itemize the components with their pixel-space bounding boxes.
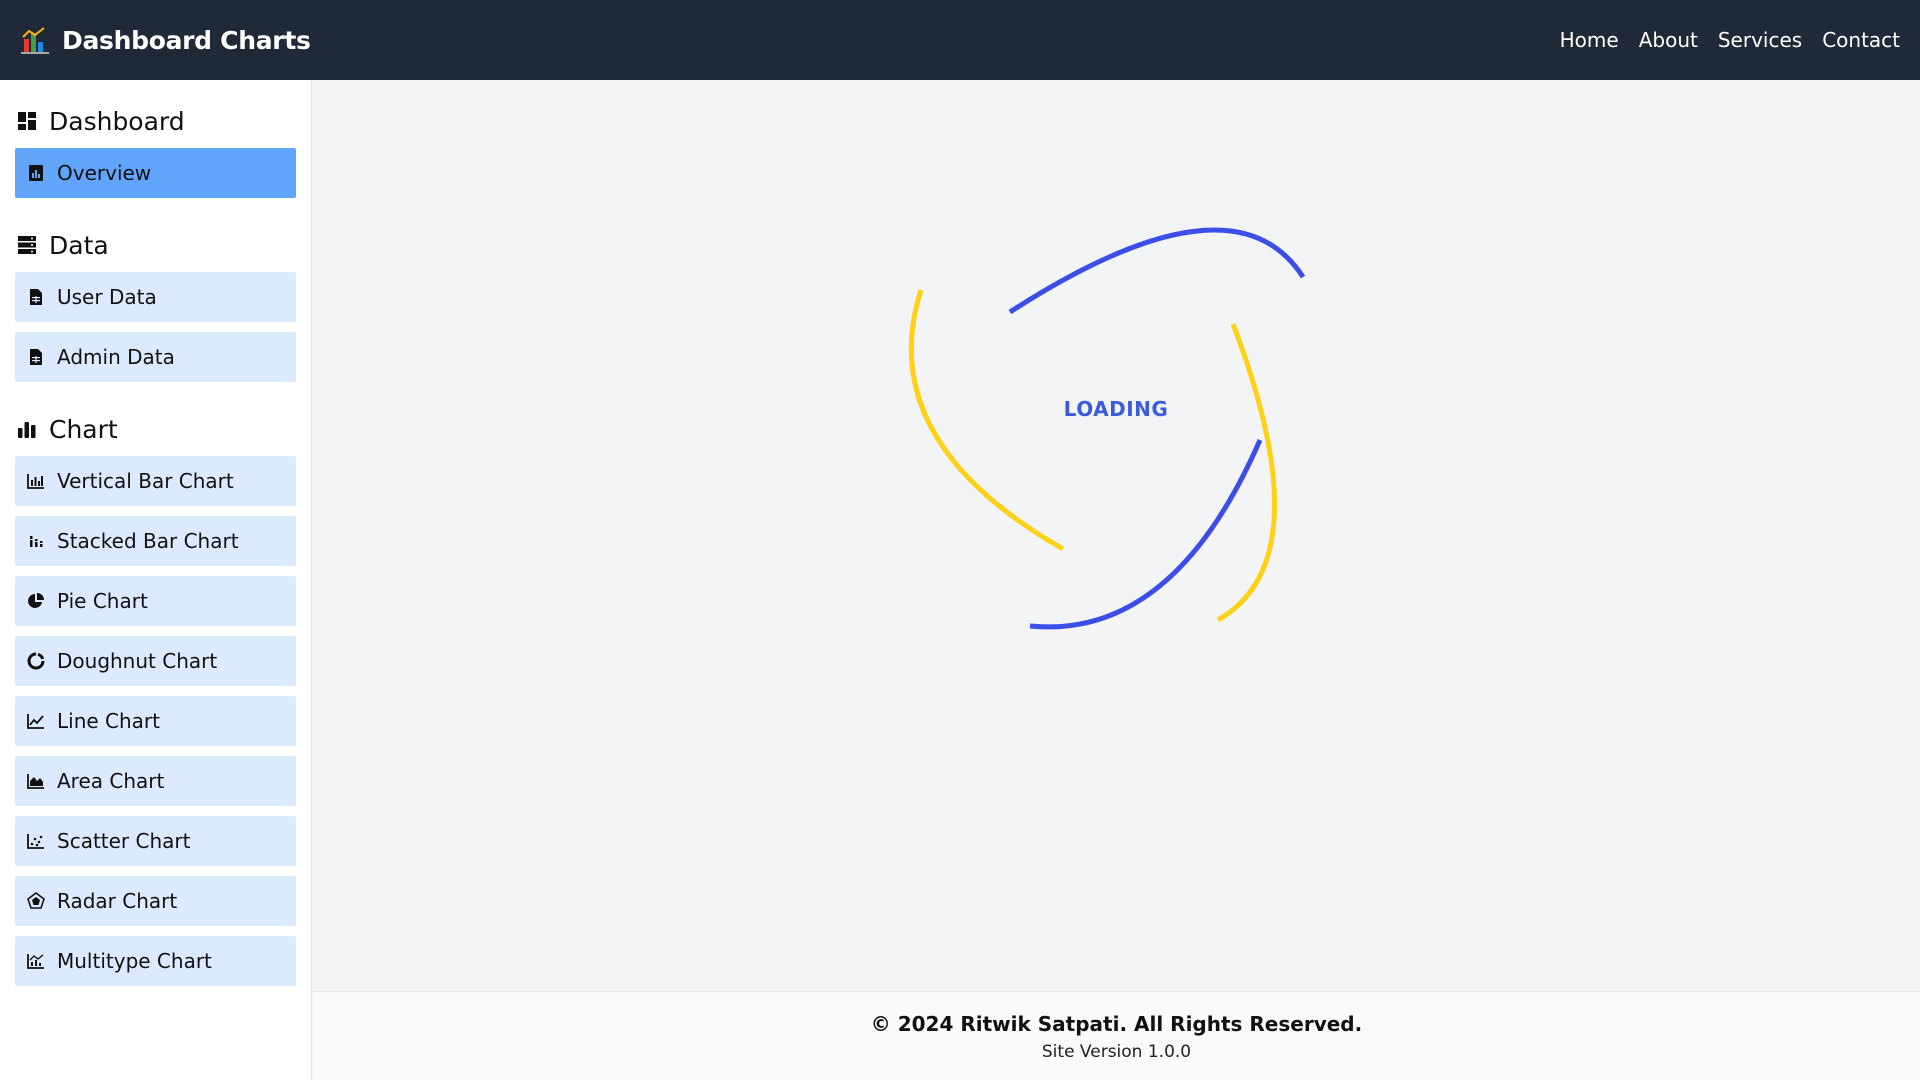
- sidebar-item-label: Admin Data: [57, 345, 175, 369]
- stacked-bar-chart-icon: [30, 536, 43, 547]
- sidebar-item-label: Overview: [57, 161, 152, 185]
- sidebar: Dashboard Overview Data User Data Admin …: [0, 80, 312, 1080]
- sidebar-item-multitype-chart[interactable]: Multitype Chart: [15, 936, 296, 986]
- overview-icon: [29, 165, 43, 181]
- sidebar-item-user-data[interactable]: User Data: [15, 272, 296, 322]
- section-dashboard: Dashboard: [15, 94, 296, 148]
- scatter-chart-icon: [27, 834, 44, 849]
- sidebar-item-vertical-bar-chart[interactable]: Vertical Bar Chart: [15, 456, 296, 506]
- dashboard-icon: [18, 112, 36, 130]
- sidebar-item-label: Stacked Bar Chart: [57, 529, 239, 553]
- area-chart-icon: [27, 774, 44, 789]
- sidebar-item-label: Line Chart: [57, 709, 160, 733]
- sidebar-item-area-chart[interactable]: Area Chart: [15, 756, 296, 806]
- sidebar-item-label: Vertical Bar Chart: [57, 469, 234, 493]
- section-chart: Chart: [15, 402, 296, 456]
- pie-chart-icon: [28, 593, 44, 608]
- database-icon: [18, 236, 36, 254]
- sidebar-item-overview[interactable]: Overview: [15, 148, 296, 198]
- radar-chart-icon: [27, 892, 45, 909]
- spinner-arc-blue-top: [1008, 227, 1306, 315]
- bar-chart-icon: [18, 422, 36, 438]
- sidebar-item-label: Doughnut Chart: [57, 649, 218, 673]
- sidebar-item-stacked-bar-chart[interactable]: Stacked Bar Chart: [15, 516, 296, 566]
- section-title: Data: [49, 230, 109, 260]
- doughnut-chart-icon: [27, 652, 45, 670]
- sidebar-item-admin-data[interactable]: Admin Data: [15, 332, 296, 382]
- loading-label: LOADING: [1063, 397, 1169, 421]
- sidebar-item-label: Area Chart: [57, 769, 165, 793]
- file-table-icon: [30, 289, 42, 305]
- nav-contact-link[interactable]: Contact: [1822, 28, 1900, 52]
- footer-copyright: © 2024 Ritwik Satpati. All Rights Reserv…: [870, 1012, 1363, 1036]
- top-navbar: Dashboard Charts Home About Services Con…: [0, 0, 1920, 80]
- footer: © 2024 Ritwik Satpati. All Rights Reserv…: [313, 991, 1920, 1080]
- section-title: Chart: [49, 414, 118, 444]
- multitype-chart-icon: [27, 954, 44, 969]
- app-title: Dashboard Charts: [62, 25, 311, 55]
- footer-version: Site Version 1.0.0: [1041, 1042, 1192, 1062]
- sidebar-item-label: Radar Chart: [57, 889, 178, 913]
- nav-about-link[interactable]: About: [1639, 28, 1698, 52]
- sidebar-item-label: User Data: [57, 285, 157, 309]
- brand[interactable]: Dashboard Charts: [20, 25, 311, 55]
- sidebar-item-pie-chart[interactable]: Pie Chart: [15, 576, 296, 626]
- section-data: Data: [15, 218, 296, 272]
- main-content: LOADING: [313, 80, 1920, 991]
- sidebar-item-doughnut-chart[interactable]: Doughnut Chart: [15, 636, 296, 686]
- spinner-arc-blue-bottom: [1029, 439, 1263, 630]
- top-nav: Home About Services Contact: [1560, 28, 1900, 52]
- loading-spinner: [908, 227, 1306, 630]
- nav-home-link[interactable]: Home: [1560, 28, 1619, 52]
- sidebar-item-label: Multitype Chart: [57, 949, 212, 973]
- sidebar-item-line-chart[interactable]: Line Chart: [15, 696, 296, 746]
- file-table-icon: [30, 349, 42, 365]
- section-title: Dashboard: [49, 106, 185, 136]
- chart-logo-icon: [21, 27, 49, 54]
- sidebar-item-scatter-chart[interactable]: Scatter Chart: [15, 816, 296, 866]
- sidebar-item-label: Pie Chart: [57, 589, 148, 613]
- nav-services-link[interactable]: Services: [1718, 28, 1802, 52]
- line-chart-icon: [27, 714, 44, 729]
- sidebar-item-label: Scatter Chart: [57, 829, 191, 853]
- vertical-bar-chart-icon: [27, 474, 44, 489]
- sidebar-item-radar-chart[interactable]: Radar Chart: [15, 876, 296, 926]
